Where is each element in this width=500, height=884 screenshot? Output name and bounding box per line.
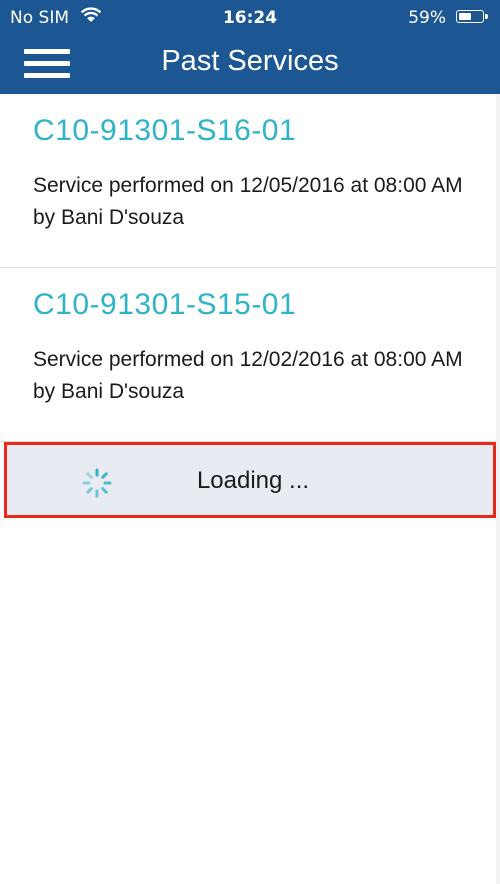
loading-label: Loading ... bbox=[196, 467, 310, 494]
status-bar: No SIM 16:24 59% bbox=[0, 0, 500, 36]
top-bar: No SIM 16:24 59% Past Services bbox=[0, 0, 500, 94]
service-description: Service performed on 12/02/2016 at 08:00… bbox=[33, 348, 463, 403]
battery-level bbox=[459, 13, 471, 20]
service-code: C10-91301-S16-01 bbox=[33, 114, 297, 147]
service-description: Service performed on 12/05/2016 at 08:00… bbox=[33, 174, 463, 229]
navigation-bar: Past Services bbox=[0, 36, 500, 94]
page-title: Past Services bbox=[161, 45, 339, 77]
loading-row: Loading ... bbox=[4, 442, 496, 518]
services-list: C10-91301-S16-01 Service performed on 12… bbox=[0, 94, 496, 442]
battery-percent: 59% bbox=[408, 8, 446, 28]
list-item[interactable]: C10-91301-S15-01 Service performed on 12… bbox=[0, 268, 496, 442]
list-item[interactable]: C10-91301-S16-01 Service performed on 12… bbox=[0, 94, 496, 268]
service-code: C10-91301-S15-01 bbox=[33, 288, 297, 321]
battery-icon bbox=[456, 10, 488, 23]
